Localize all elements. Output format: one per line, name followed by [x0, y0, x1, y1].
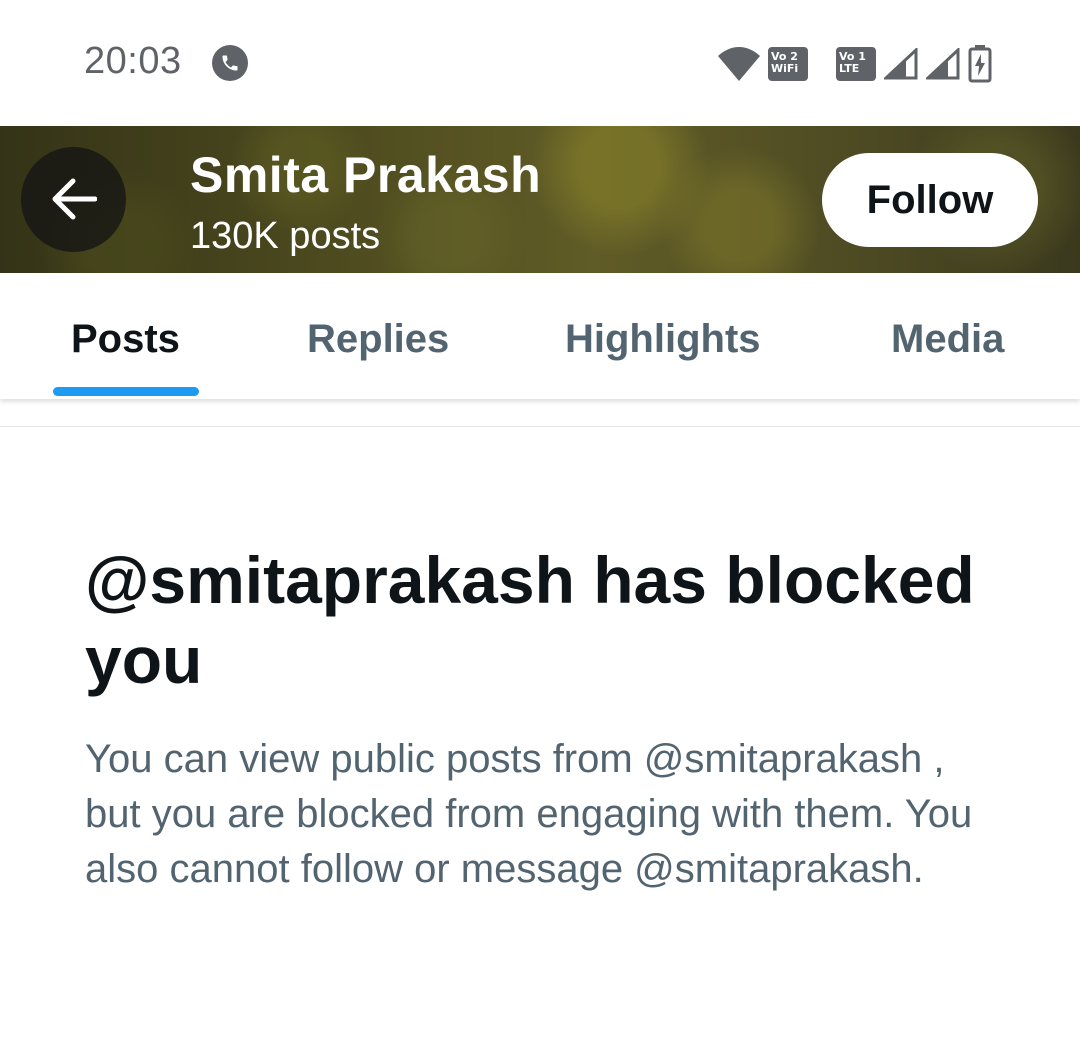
volte-wifi-badge: Vo 2 WiFi — [768, 47, 808, 81]
back-arrow-icon — [52, 178, 97, 220]
status-time: 20:03 — [84, 40, 182, 82]
tab-media[interactable]: Media — [891, 317, 1004, 362]
phone-call-icon — [212, 45, 248, 81]
signal-icon — [926, 48, 960, 80]
tab-highlights[interactable]: Highlights — [565, 317, 761, 362]
active-tab-indicator — [53, 387, 199, 396]
profile-banner-header: Smita Prakash 130K posts Follow — [0, 126, 1080, 273]
follow-button[interactable]: Follow — [822, 153, 1038, 247]
blocked-title: @smitaprakash has blocked you — [85, 543, 975, 697]
tab-posts[interactable]: Posts — [71, 317, 180, 362]
blocked-description: You can view public posts from @smitapra… — [85, 737, 973, 891]
divider — [0, 426, 1080, 427]
profile-name: Smita Prakash — [190, 147, 542, 203]
signal-icon — [884, 48, 918, 80]
back-button[interactable] — [21, 147, 126, 252]
status-bar: 20:03 Vo 2 WiFi Vo 1 LTE — [0, 0, 1080, 126]
posts-count: 130K posts — [190, 215, 381, 257]
wifi-icon — [718, 47, 760, 81]
volte-lte-badge: Vo 1 LTE — [836, 47, 876, 81]
system-icons: Vo 2 WiFi Vo 1 LTE — [718, 44, 992, 84]
profile-tabs: Posts Replies Highlights Media — [0, 273, 1080, 399]
battery-charging-icon — [968, 45, 992, 83]
tab-replies[interactable]: Replies — [307, 317, 449, 362]
